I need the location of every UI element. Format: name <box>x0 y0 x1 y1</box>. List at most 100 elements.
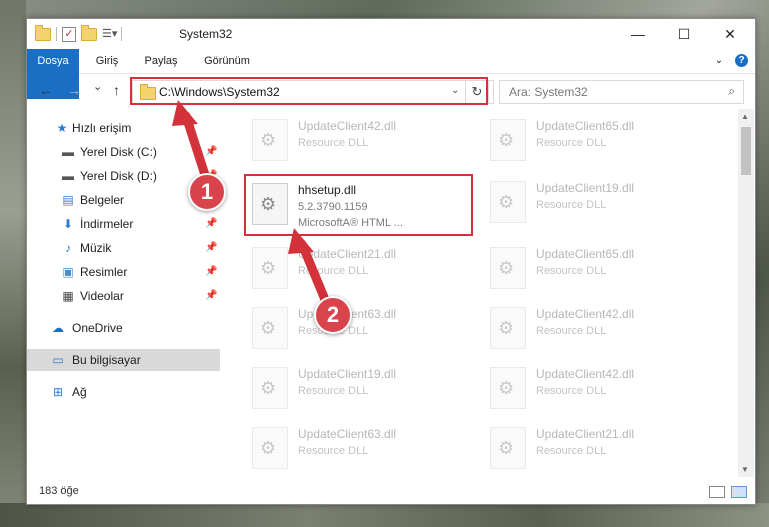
maximize-button[interactable]: ☐ <box>661 19 707 49</box>
search-icon[interactable]: ⌕ <box>728 84 735 99</box>
customize-toolbar-icon[interactable]: ☰▾ <box>102 28 117 41</box>
toolbar-separator <box>56 27 57 41</box>
file-item[interactable]: UpdateClient42.dll Resource DLL <box>484 303 714 353</box>
sidebar-item-label: Belgeler <box>80 193 125 207</box>
new-folder-icon[interactable] <box>81 24 97 41</box>
sidebar-item-downloads[interactable]: ⬇ İndirmeler 📌 <box>27 213 220 235</box>
sidebar-item-videos[interactable]: ▦ Videolar 📌 <box>27 285 220 307</box>
details-view-icon[interactable] <box>709 486 725 498</box>
file-item[interactable]: UpdateClient19.dll Resource DLL <box>484 177 714 227</box>
dll-file-icon <box>490 307 526 349</box>
file-name: UpdateClient21.dll <box>536 427 635 441</box>
file-description: Resource DLL <box>298 265 369 277</box>
file-item[interactable]: UpdateClient42.dll Resource DLL <box>484 363 714 413</box>
pictures-icon: ▣ <box>62 265 74 279</box>
sidebar-item-quick-access[interactable]: ★ Hızlı erişim <box>27 117 220 139</box>
search-box[interactable]: Ara: System32 ⌕ <box>499 80 744 104</box>
file-item[interactable]: UpdateClient65.dll Resource DLL <box>484 243 714 293</box>
window-title: System32 <box>179 27 233 41</box>
file-name: UpdateClient65.dll <box>536 119 635 133</box>
step-1-badge: 1 <box>188 173 226 211</box>
dll-file-icon <box>252 427 288 469</box>
up-button[interactable]: ↑ <box>113 82 120 98</box>
file-name: UpdateClient21.dll <box>298 247 397 261</box>
toolbar-separator <box>121 27 122 41</box>
dll-file-icon <box>490 247 526 289</box>
file-name: UpdateClient42.dll <box>536 367 635 381</box>
sidebar-item-label: Yerel Disk (D:) <box>80 169 157 183</box>
dll-file-icon <box>252 119 288 161</box>
file-description: Resource DLL <box>536 445 607 457</box>
scrollbar-thumb[interactable] <box>741 127 751 175</box>
scroll-up-icon[interactable]: ▲ <box>741 112 749 121</box>
quick-access-toolbar: ✓ ☰▾ <box>35 24 122 42</box>
sidebar-item-label: İndirmeler <box>80 217 134 231</box>
dll-file-icon <box>252 247 288 289</box>
sidebar-item-music[interactable]: ♪ Müzik 📌 <box>27 237 220 259</box>
dll-file-icon <box>490 181 526 223</box>
file-name: UpdateClient63.dll <box>298 427 397 441</box>
tab-share[interactable]: Paylaş <box>141 49 181 73</box>
step-2-badge: 2 <box>314 296 352 334</box>
sidebar-item-label: Yerel Disk (C:) <box>80 145 157 159</box>
desktop-background-left <box>0 0 26 527</box>
ribbon-tabs: Dosya Giriş Paylaş Görünüm ⌄ ? <box>27 49 755 99</box>
search-input[interactable]: Ara: System32 <box>509 85 588 99</box>
dll-file-icon <box>252 367 288 409</box>
sidebar-item-onedrive[interactable]: ☁ OneDrive <box>27 317 220 339</box>
sidebar-item-pictures[interactable]: ▣ Resimler 📌 <box>27 261 220 283</box>
pin-icon: 📌 <box>205 218 218 229</box>
video-icon: ▦ <box>62 289 74 303</box>
file-list: UpdateClient42.dll Resource DLL hhsetup.… <box>220 109 738 477</box>
sidebar-item-label: Resimler <box>80 265 128 279</box>
recent-locations-button[interactable]: ⌄ <box>93 80 102 93</box>
dll-file-icon <box>252 307 288 349</box>
file-item[interactable]: UpdateClient21.dll Resource DLL <box>484 423 714 473</box>
file-item[interactable]: UpdateClient63.dll Resource DLL <box>246 303 476 353</box>
ribbon-expand-icon[interactable]: ⌄ <box>711 49 727 73</box>
back-button[interactable]: ← <box>39 82 53 98</box>
file-item[interactable]: UpdateClient42.dll Resource DLL <box>246 115 476 165</box>
pin-icon: 📌 <box>205 146 218 157</box>
sidebar-item-local-disk-c[interactable]: ▬ Yerel Disk (C:) 📌 <box>27 141 220 163</box>
file-description: Resource DLL <box>536 265 607 277</box>
address-bar-highlight <box>130 77 488 105</box>
folder-icon[interactable] <box>35 24 51 41</box>
tiles-view-icon[interactable] <box>731 486 747 498</box>
file-item[interactable]: UpdateClient19.dll Resource DLL <box>246 363 476 413</box>
pin-icon: 📌 <box>205 242 218 253</box>
documents-icon: ▤ <box>62 193 74 207</box>
forward-button[interactable]: → <box>67 82 81 98</box>
download-icon: ⬇ <box>62 217 74 231</box>
drive-icon: ▬ <box>62 145 74 159</box>
file-description: Resource DLL <box>298 385 369 397</box>
star-icon: ★ <box>56 121 68 135</box>
dll-file-icon <box>490 119 526 161</box>
dll-file-icon <box>490 367 526 409</box>
tab-view[interactable]: Görünüm <box>199 49 255 73</box>
minimize-button[interactable]: — <box>615 19 661 49</box>
file-name: UpdateClient19.dll <box>536 181 635 195</box>
desktop-background-bottom <box>0 503 769 527</box>
file-description: Resource DLL <box>536 385 607 397</box>
sidebar-item-network[interactable]: ⊞ Ağ <box>27 381 220 403</box>
file-description: Resource DLL <box>536 199 607 211</box>
drive-icon: ▬ <box>62 169 74 183</box>
cloud-icon: ☁ <box>52 321 64 335</box>
file-highlight <box>244 174 473 236</box>
sidebar-item-this-pc[interactable]: ▭ Bu bilgisayar <box>27 349 220 371</box>
file-item[interactable]: UpdateClient63.dll Resource DLL <box>246 423 476 473</box>
sidebar-item-label: Bu bilgisayar <box>72 353 141 367</box>
file-description: Resource DLL <box>536 325 607 337</box>
tab-home[interactable]: Giriş <box>89 49 125 73</box>
help-icon[interactable]: ? <box>735 54 748 67</box>
close-button[interactable]: ✕ <box>707 19 753 49</box>
scroll-down-icon[interactable]: ▼ <box>741 465 749 474</box>
file-description: Resource DLL <box>298 137 369 149</box>
vertical-scrollbar[interactable]: ▲ ▼ <box>738 109 754 477</box>
file-item[interactable]: UpdateClient65.dll Resource DLL <box>484 115 714 165</box>
file-name: UpdateClient42.dll <box>298 119 397 133</box>
sidebar-item-label: Müzik <box>80 241 112 255</box>
file-item[interactable]: UpdateClient21.dll Resource DLL <box>246 243 476 293</box>
properties-check-icon[interactable]: ✓ <box>62 26 76 42</box>
